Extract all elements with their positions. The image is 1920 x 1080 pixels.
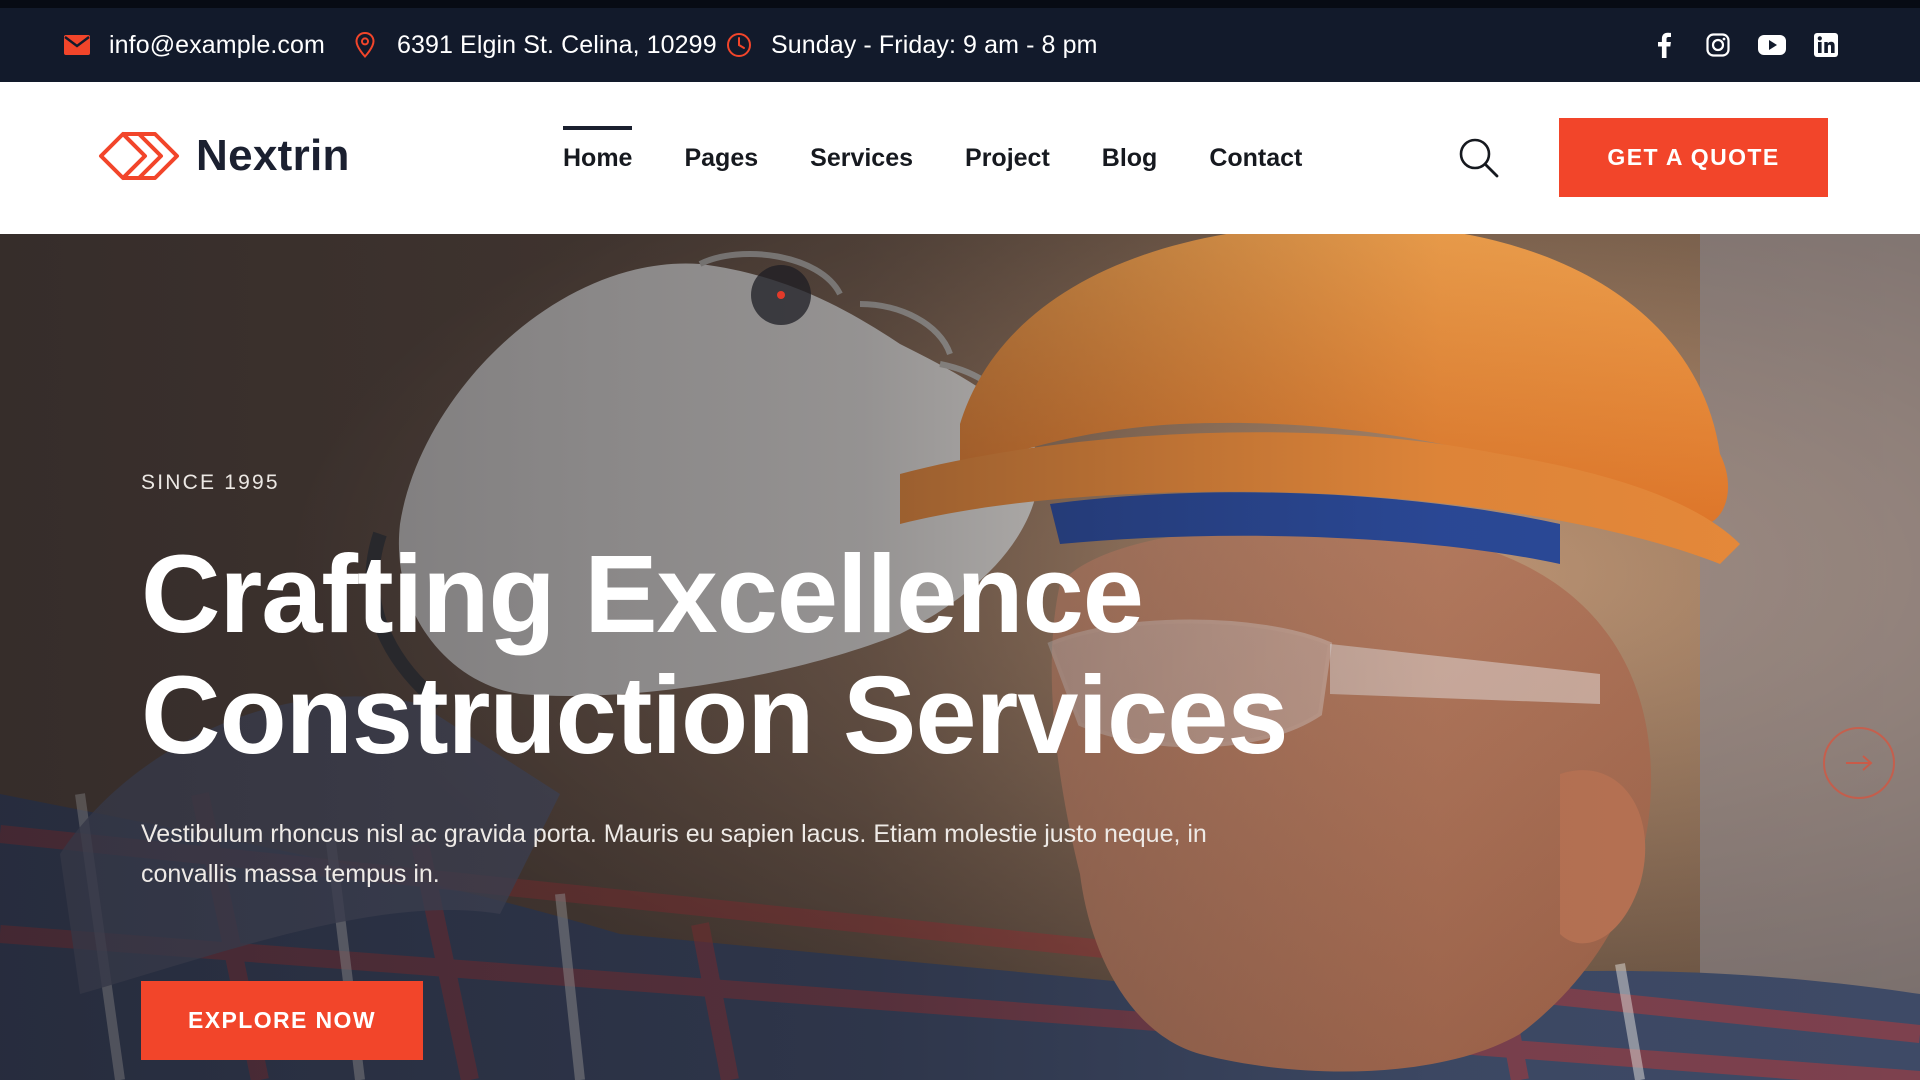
top-info-bar: info@example.com 6391 Elgin St. Celina, …	[0, 0, 1920, 82]
nav-item-contact[interactable]: Contact	[1209, 134, 1302, 183]
site-logo[interactable]: Nextrin	[98, 124, 350, 188]
linkedin-icon[interactable]	[1812, 31, 1840, 59]
search-icon[interactable]	[1458, 137, 1500, 179]
nav-item-services[interactable]: Services	[810, 134, 913, 183]
contact-address: 6391 Elgin St. Celina, 10299	[352, 8, 717, 82]
address-text: 6391 Elgin St. Celina, 10299	[397, 30, 717, 59]
nav-item-pages[interactable]: Pages	[684, 134, 758, 183]
contact-email[interactable]: info@example.com	[64, 8, 325, 82]
logo-text: Nextrin	[196, 131, 350, 180]
email-text[interactable]: info@example.com	[109, 31, 325, 60]
hero-section: SINCE 1995 Crafting Excellence Construct…	[0, 234, 1920, 1080]
clock-icon	[726, 32, 752, 58]
hero-headline-line-2: Construction Services	[141, 654, 1289, 777]
main-nav: Home Pages Services Project Blog Contact	[563, 82, 1354, 234]
nav-item-blog[interactable]: Blog	[1102, 134, 1158, 183]
contact-hours: Sunday - Friday: 9 am - 8 pm	[726, 8, 1098, 82]
hero-eyebrow: SINCE 1995	[141, 471, 280, 494]
facebook-icon[interactable]	[1650, 31, 1678, 59]
social-links	[1650, 8, 1840, 82]
hours-text: Sunday - Friday: 9 am - 8 pm	[771, 30, 1098, 59]
envelope-icon	[64, 32, 90, 58]
hero-description: Vestibulum rhoncus nisl ac gravida porta…	[141, 820, 1207, 888]
logo-mark-icon	[99, 132, 179, 180]
nav-item-home[interactable]: Home	[563, 125, 633, 183]
explore-now-button[interactable]: EXPLORE NOW	[141, 981, 423, 1060]
map-pin-icon	[352, 32, 378, 58]
mouse-cursor-indicator	[751, 265, 811, 325]
main-header: Nextrin Home Pages Services Project Blog…	[0, 82, 1920, 234]
nav-item-project[interactable]: Project	[965, 134, 1050, 183]
youtube-icon[interactable]	[1758, 31, 1786, 59]
slider-next-arrow-icon[interactable]	[1823, 727, 1895, 799]
get-a-quote-button[interactable]: GET A QUOTE	[1559, 118, 1828, 197]
hero-headline: Crafting Excellence Construction Service…	[141, 534, 1341, 776]
hero-headline-line-1: Crafting Excellence	[141, 533, 1144, 656]
instagram-icon[interactable]	[1704, 31, 1732, 59]
